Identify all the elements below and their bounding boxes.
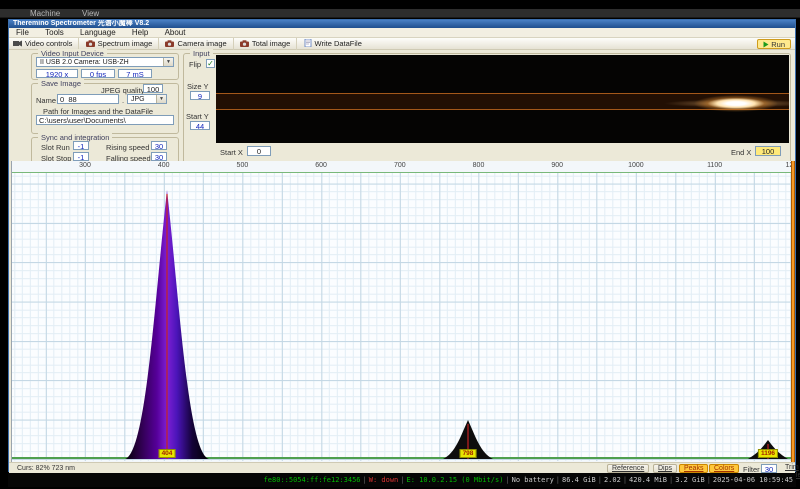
flip-label: Flip xyxy=(189,60,201,69)
flip-checkbox[interactable]: ✓ xyxy=(206,59,215,68)
size-y-field[interactable]: 9 xyxy=(190,91,210,100)
spectrum-chart[interactable]: 200300400500600700800900100011001200 xyxy=(11,161,795,462)
menu-about[interactable]: About xyxy=(158,28,193,38)
camera-icon xyxy=(240,40,249,47)
status-separator: | xyxy=(621,476,629,484)
axis-tick-label: 600 xyxy=(315,162,327,169)
status-segment: fe80::5054:ff:fe12:3456 xyxy=(264,476,361,484)
selection-band-bottom-line xyxy=(216,109,789,110)
status-separator: | xyxy=(361,476,369,484)
menu-file[interactable]: File xyxy=(9,28,36,38)
menu-bar: File Tools Language Help About xyxy=(9,28,795,38)
slot-run-label: Slot Run xyxy=(41,143,70,152)
peak-wavelength-badge: 404 xyxy=(159,449,176,458)
vm-menu-view[interactable]: View xyxy=(82,9,99,18)
group-title: Save Image xyxy=(38,79,84,88)
chevron-down-icon: ▼ xyxy=(163,58,173,66)
filter-field[interactable]: 30 xyxy=(761,464,777,473)
axis-tick-label: 800 xyxy=(473,162,485,169)
total-image-button[interactable]: Total image xyxy=(236,38,297,50)
dot-label: . xyxy=(122,96,124,105)
camera-preview[interactable] xyxy=(216,55,789,143)
vm-screen: Machine View Theremino Spectrometer 光谱小魔… xyxy=(0,0,800,489)
status-segment: 2.02 xyxy=(604,476,621,484)
rising-speed-field[interactable]: 30 xyxy=(151,141,167,150)
vm-menubar: Machine View xyxy=(0,9,800,18)
status-segment: W: down xyxy=(369,476,399,484)
chart-bottom-bar: Curs: 82% 723 nm Reference Dips Peaks Co… xyxy=(9,462,795,473)
status-segment: 2025-04-06 10:59:45 xyxy=(713,476,793,484)
fps-field: 0 fps xyxy=(81,69,115,78)
colors-button[interactable]: Colors xyxy=(709,464,739,473)
start-y-label: Start Y xyxy=(186,112,209,121)
status-separator: | xyxy=(705,476,713,484)
chart-grid: 404 798 1196 xyxy=(12,172,795,461)
selection-band-top-line xyxy=(216,93,789,94)
axis-tick-label: 1100 xyxy=(707,162,722,169)
status-separator: | xyxy=(667,476,675,484)
axis-tick-label: 300 xyxy=(79,162,91,169)
menu-language[interactable]: Language xyxy=(73,28,123,38)
app-window: Theremino Spectrometer 光谱小魔棒 V8.2 File T… xyxy=(8,19,796,472)
start-x-field[interactable]: 0 xyxy=(247,146,271,156)
trim-scale-button[interactable]: Trim scale xyxy=(781,464,800,473)
write-datafile-button[interactable]: Write DataFile xyxy=(300,38,368,50)
end-x-marker[interactable] xyxy=(791,161,795,462)
resolution-field[interactable]: 1920 x xyxy=(36,69,78,78)
chevron-down-icon: ▼ xyxy=(156,95,166,103)
format-select[interactable]: JPG ▼ xyxy=(127,94,167,104)
peak-wavelength-badge: 798 xyxy=(460,449,477,458)
play-icon xyxy=(763,41,769,48)
camera-icon xyxy=(165,40,174,47)
group-title: Input xyxy=(190,49,213,58)
axis-tick-label: 900 xyxy=(551,162,563,169)
dips-button[interactable]: Dips xyxy=(653,464,677,473)
spectrum-flare-bright xyxy=(694,95,778,112)
path-input[interactable]: C:\users\user\Documents\ xyxy=(36,115,174,125)
end-x-field[interactable]: 100 xyxy=(755,146,781,156)
title-bar[interactable]: Theremino Spectrometer 光谱小魔棒 V8.2 xyxy=(9,20,795,28)
x-axis: 200300400500600700800900100011001200 xyxy=(12,161,795,172)
status-segment: 3.2 GiB xyxy=(675,476,705,484)
spectrum-plot xyxy=(12,173,795,462)
status-separator: | xyxy=(503,476,511,484)
window-title: Theremino Spectrometer 光谱小魔棒 V8.2 xyxy=(13,20,149,27)
menu-tools[interactable]: Tools xyxy=(38,28,71,38)
jpeg-quality-field[interactable]: 100 xyxy=(143,84,163,93)
toolbar: Video controls Spectrum image Camera ima… xyxy=(9,38,795,50)
camera-icon xyxy=(86,40,95,47)
size-y-label: Size Y xyxy=(187,82,209,91)
axis-tick-label: 200 xyxy=(11,162,12,169)
status-separator: | xyxy=(596,476,604,484)
slot-stop-field[interactable]: -1 xyxy=(73,152,89,161)
status-segment: 420.4 MiB xyxy=(629,476,667,484)
peaks-button[interactable]: Peaks xyxy=(679,464,708,473)
axis-tick-label: 400 xyxy=(158,162,170,169)
name-label: Name xyxy=(36,96,56,105)
peak-wavelength-badge: 1196 xyxy=(758,449,778,458)
axis-tick-label: 1000 xyxy=(628,162,644,169)
rising-speed-label: Rising speed xyxy=(106,143,149,152)
status-bar: fe80::5054:ff:fe12:3456|W: down|E: 10.0.… xyxy=(8,473,796,487)
axis-tick-label: 500 xyxy=(237,162,249,169)
axis-tick-label: 700 xyxy=(394,162,406,169)
video-camera-icon xyxy=(13,40,22,47)
vm-menu-machine[interactable]: Machine xyxy=(30,9,60,18)
start-x-label: Start X xyxy=(220,148,243,157)
status-segment: 86.4 GiB xyxy=(562,476,596,484)
status-segment: E: 10.0.2.15 (0 Mbit/s) xyxy=(406,476,503,484)
exposure-field: 7 mS xyxy=(118,69,152,78)
falling-speed-field[interactable]: 30 xyxy=(151,152,167,161)
image-name-input[interactable]: 0_88 xyxy=(57,94,119,104)
run-button[interactable]: Run xyxy=(757,39,791,49)
end-x-label: End X xyxy=(731,148,751,157)
video-device-select[interactable]: II USB 2.0 Camera: USB-ZH ▼ xyxy=(36,57,174,67)
start-y-field[interactable]: 44 xyxy=(190,121,210,130)
status-segment: No battery xyxy=(512,476,554,484)
document-icon xyxy=(304,39,312,47)
reference-button[interactable]: Reference xyxy=(607,464,649,473)
status-separator: | xyxy=(554,476,562,484)
slot-run-field[interactable]: -1 xyxy=(73,141,89,150)
menu-help[interactable]: Help xyxy=(125,28,155,38)
